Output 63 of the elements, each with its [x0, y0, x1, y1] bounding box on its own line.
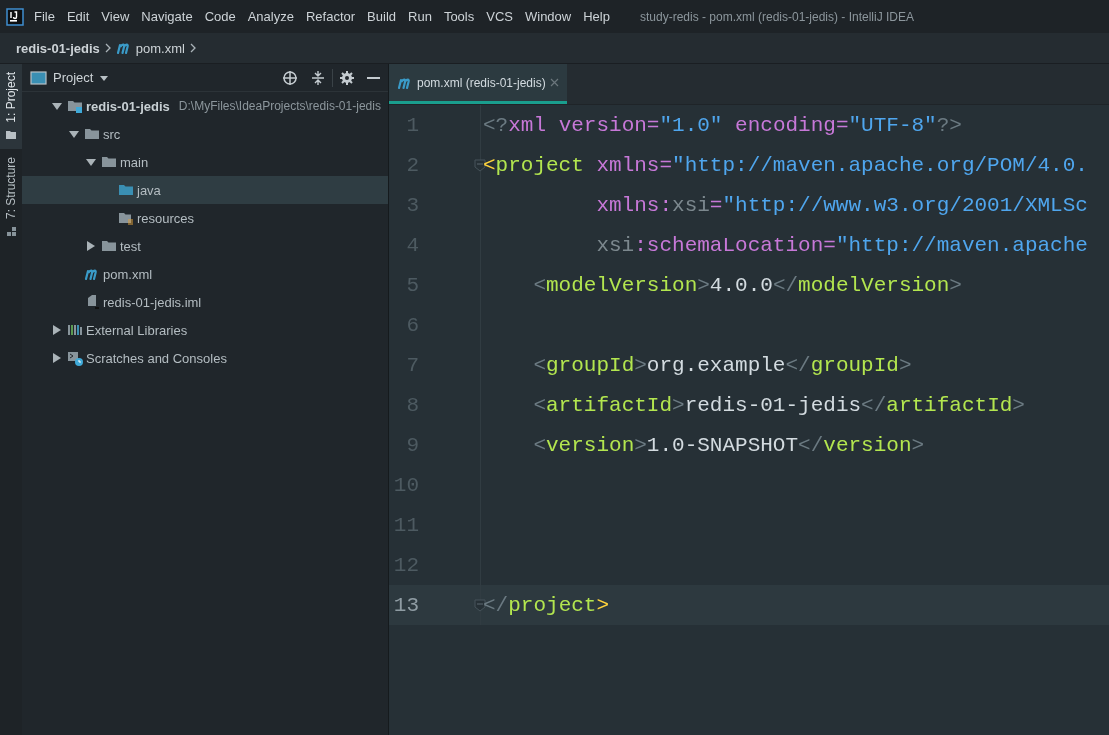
tree-item[interactable]: main	[22, 148, 388, 176]
menu-item[interactable]: Navigate	[135, 9, 199, 24]
module-path: D:\MyFiles\IdeaProjects\redis-01-jedis	[178, 99, 381, 113]
folder-icon	[101, 154, 117, 170]
tool-window-tab[interactable]: 7: Structure	[0, 148, 22, 245]
menu-item[interactable]: Code	[198, 9, 242, 24]
folder-icon	[101, 238, 117, 254]
tree-item[interactable]: redis-01-jedis D:\MyFiles\IdeaProjects\redis-01-jedis	[22, 92, 388, 120]
tree-item[interactable]: pom.xml	[22, 260, 388, 288]
menu-item[interactable]: Edit	[60, 9, 96, 24]
line-number: 13	[392, 593, 419, 617]
resource-folder-icon	[118, 210, 134, 226]
dropdown-caret-icon	[99, 73, 110, 82]
code-line: <version>1.0-SNAPSHOT</version>	[532, 433, 925, 457]
scratches-icon	[67, 350, 83, 366]
menu-item[interactable]: Build	[361, 9, 402, 24]
menu-item[interactable]: Help	[577, 9, 616, 24]
menu-item[interactable]: Window	[518, 9, 578, 24]
tree-item[interactable]: Scratches and Consoles	[22, 344, 388, 372]
crosshair-icon	[282, 69, 298, 86]
tree-item[interactable]: resources	[22, 204, 388, 232]
menu-item[interactable]: Refactor	[299, 9, 362, 24]
close-icon	[549, 78, 559, 87]
code-line: <groupId>org.example</groupId>	[532, 353, 912, 377]
code-line: <project xmlns="http://maven.apache.org/POM/4.0.	[483, 153, 1088, 177]
libraries-icon	[67, 322, 83, 338]
menu-item[interactable]: View	[95, 9, 136, 24]
tree-item[interactable]: src	[22, 120, 388, 148]
tree-item[interactable]: External Libraries	[22, 316, 388, 344]
folder-icon	[84, 126, 100, 142]
collapse-all-icon	[310, 69, 326, 86]
chevron-icon	[103, 42, 112, 54]
tool-window-tab[interactable]: 1: Project	[0, 64, 22, 149]
code-line: xmlns:xsi="http://www.w3.org/2001/XMLSc	[595, 193, 1088, 217]
structure-icon	[5, 224, 17, 237]
tree-item[interactable]: test	[22, 232, 388, 260]
breadcrumb[interactable]: redis-01-jedis	[16, 40, 100, 56]
tree-item[interactable]: redis-01-jedis.iml	[22, 288, 388, 316]
settings-icon	[339, 69, 355, 86]
code-line: </project>	[483, 593, 610, 617]
source-folder-icon	[118, 182, 134, 198]
menu-item[interactable]: Tools	[437, 9, 481, 24]
breadcrumb[interactable]: pom.xml	[135, 40, 185, 56]
menu-item[interactable]: Analyze	[241, 9, 300, 24]
code-line: <artifactId>redis-01-jedis</artifactId>	[532, 393, 1025, 417]
chevron-icon	[188, 42, 197, 54]
fold-marker-icon[interactable]	[474, 158, 486, 172]
code-line: <modelVersion>4.0.0</modelVersion>	[532, 273, 962, 297]
window-title: study-redis - pom.xml (redis-01-jedis) - IntelliJ IDEA	[639, 9, 915, 24]
app-logo-icon	[6, 7, 24, 26]
module-folder-icon	[67, 98, 83, 114]
fold-marker-icon[interactable]	[474, 598, 486, 612]
folder-icon	[5, 128, 17, 141]
editor-tab[interactable]: pom.xml (redis-01-jedis)	[389, 64, 567, 104]
view-selector[interactable]: Project	[53, 70, 110, 85]
code-line: xsi:schemaLocation="http://maven.apache	[595, 233, 1088, 257]
menu-item[interactable]: VCS	[480, 9, 519, 24]
minimize-icon	[367, 76, 380, 79]
code-line: <?xml version="1.0" encoding="UTF-8"?>	[483, 113, 962, 137]
menu-item[interactable]: File	[28, 9, 61, 24]
tree-item[interactable]: java	[22, 176, 388, 204]
menu-item[interactable]: Run	[402, 9, 438, 24]
panel-icon	[30, 69, 47, 86]
